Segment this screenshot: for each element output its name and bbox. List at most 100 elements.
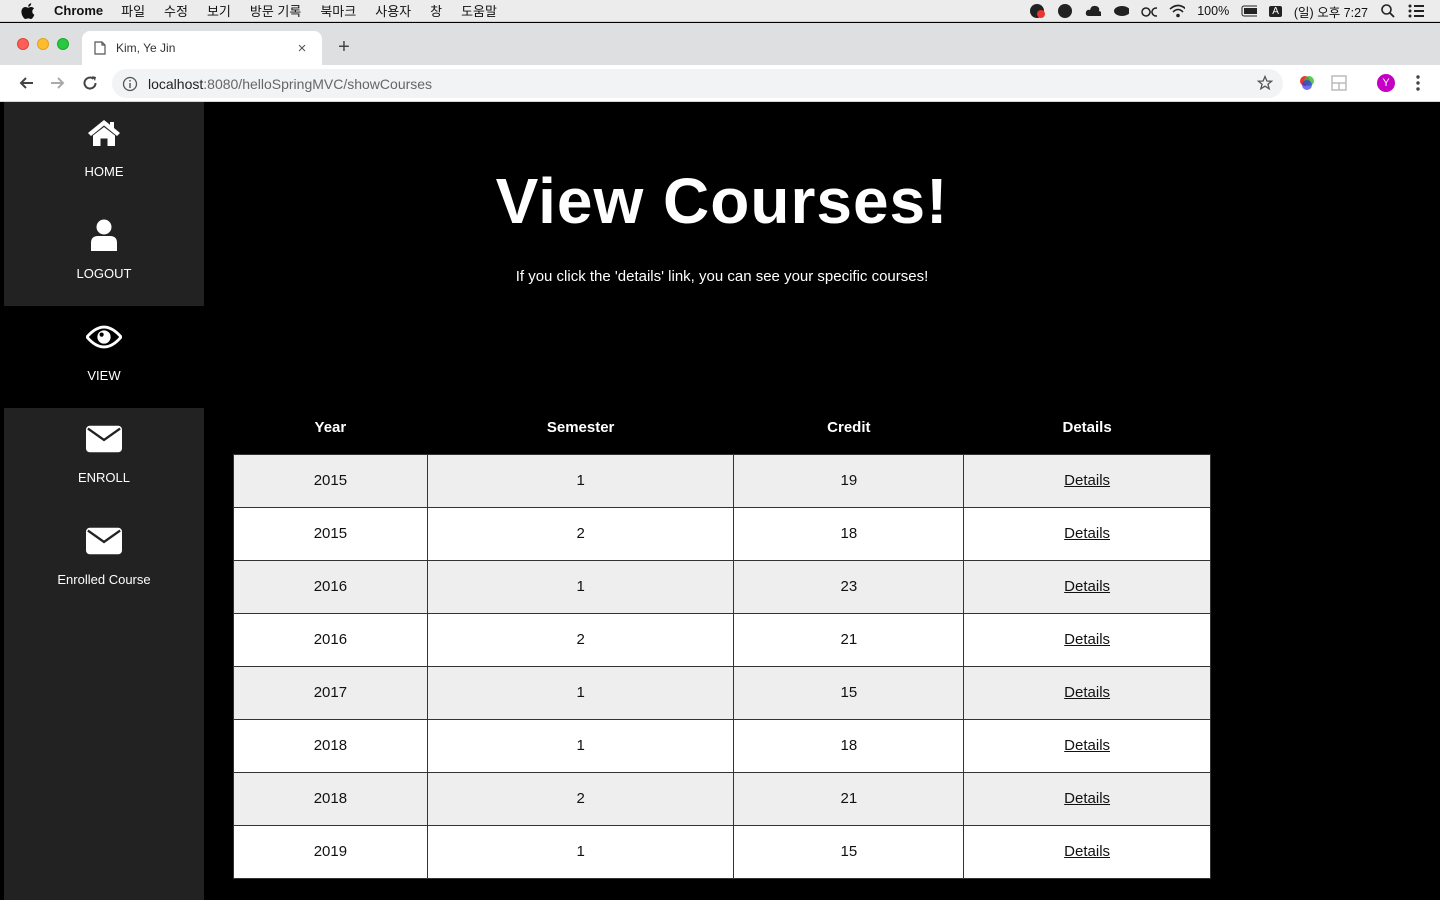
details-link[interactable]: Details bbox=[1064, 472, 1110, 489]
browser-tab-strip: Kim, Ye Jin × + bbox=[0, 23, 1440, 65]
table-row: 2016 2 21 Details bbox=[233, 612, 1211, 667]
sidebar-item-label: Enrolled Course bbox=[57, 572, 151, 587]
back-arrow-icon[interactable] bbox=[16, 73, 36, 93]
menu-window[interactable]: 창 bbox=[430, 1, 442, 20]
url-path: :8080/helloSpringMVC/showCourses bbox=[203, 75, 433, 92]
menu-help[interactable]: 도움말 bbox=[461, 1, 497, 20]
table-row: 2017 1 15 Details bbox=[233, 665, 1211, 720]
sidebar-item-label: HOME bbox=[84, 164, 124, 179]
menubar-status-area: 100% A (일) 오후 7:27 bbox=[1029, 0, 1424, 22]
details-link[interactable]: Details bbox=[1064, 631, 1110, 648]
envelope-icon bbox=[86, 423, 122, 455]
cell-credit: 21 bbox=[733, 771, 965, 826]
cell-year: 2015 bbox=[233, 506, 428, 561]
profile-avatar[interactable]: Y bbox=[1377, 74, 1395, 92]
cell-semester: 1 bbox=[426, 665, 735, 720]
url-host: localhost bbox=[148, 75, 204, 92]
cell-year: 2017 bbox=[233, 665, 428, 720]
cell-details: Details bbox=[963, 506, 1211, 561]
details-link[interactable]: Details bbox=[1064, 737, 1110, 754]
cell-details: Details bbox=[963, 612, 1211, 667]
shield-icon[interactable] bbox=[1057, 3, 1073, 19]
layout-extension-icon[interactable] bbox=[1330, 74, 1348, 92]
cell-credit: 15 bbox=[733, 665, 965, 720]
cell-details: Details bbox=[963, 453, 1211, 508]
home-icon bbox=[86, 117, 122, 149]
cell-semester: 1 bbox=[426, 559, 735, 614]
tab-close-icon[interactable]: × bbox=[294, 40, 310, 57]
cup-icon[interactable] bbox=[1113, 3, 1130, 19]
sidebar-item-enrolled-course[interactable]: Enrolled Course bbox=[4, 510, 204, 612]
envelope-icon bbox=[86, 525, 122, 557]
app-menu-chrome[interactable]: Chrome bbox=[54, 3, 103, 18]
page-subtitle: If you click the 'details' link, you can… bbox=[515, 268, 929, 285]
cell-semester: 2 bbox=[426, 506, 735, 561]
table-row: 2018 1 18 Details bbox=[233, 718, 1211, 773]
table-row: 2015 1 19 Details bbox=[233, 453, 1211, 508]
eye-icon bbox=[86, 321, 122, 353]
sidebar-item-view[interactable]: VIEW bbox=[4, 306, 204, 408]
new-tab-button[interactable]: + bbox=[334, 35, 354, 59]
cell-semester: 1 bbox=[426, 453, 735, 508]
details-link[interactable]: Details bbox=[1064, 843, 1110, 860]
cell-semester: 2 bbox=[426, 771, 735, 826]
details-link[interactable]: Details bbox=[1064, 578, 1110, 595]
sidebar-item-logout[interactable]: LOGOUT bbox=[4, 204, 204, 306]
apple-icon[interactable] bbox=[20, 2, 36, 19]
cell-year: 2018 bbox=[233, 718, 428, 773]
window-minimize-button[interactable] bbox=[37, 38, 49, 50]
spotlight-search-icon[interactable] bbox=[1380, 3, 1396, 19]
notification-center-icon[interactable] bbox=[1408, 3, 1424, 19]
column-header-details: Details bbox=[1062, 418, 1112, 436]
window-close-button[interactable] bbox=[17, 38, 29, 50]
browser-tab-active[interactable]: Kim, Ye Jin × bbox=[82, 31, 322, 65]
site-info-icon[interactable] bbox=[122, 76, 138, 92]
address-bar[interactable]: localhost:8080/helloSpringMVC/showCourse… bbox=[112, 69, 1283, 98]
cell-year: 2016 bbox=[233, 559, 428, 614]
browser-toolbar: localhost:8080/helloSpringMVC/showCourse… bbox=[0, 65, 1440, 102]
menu-people[interactable]: 사용자 bbox=[375, 1, 411, 20]
cell-credit: 23 bbox=[733, 559, 965, 614]
menu-history[interactable]: 방문 기록 bbox=[250, 1, 301, 20]
battery-percent[interactable]: 100% bbox=[1197, 4, 1229, 18]
sidebar-nav: HOME LOGOUT VIEW ENROLL Enrolled Course bbox=[4, 102, 204, 900]
input-source-indicator[interactable]: A bbox=[1269, 5, 1282, 17]
chrome-menu-kebab-icon[interactable] bbox=[1409, 74, 1427, 92]
forward-arrow-icon[interactable] bbox=[48, 73, 68, 93]
details-link[interactable]: Details bbox=[1064, 684, 1110, 701]
menu-file[interactable]: 파일 bbox=[121, 1, 145, 20]
cell-year: 2016 bbox=[233, 612, 428, 667]
table-row: 2016 1 23 Details bbox=[233, 559, 1211, 614]
sidebar-item-label: LOGOUT bbox=[76, 266, 132, 281]
menu-edit[interactable]: 수정 bbox=[164, 1, 188, 20]
battery-icon[interactable] bbox=[1241, 3, 1258, 19]
details-link[interactable]: Details bbox=[1064, 790, 1110, 807]
table-row: 2015 2 18 Details bbox=[233, 506, 1211, 561]
cell-year: 2018 bbox=[233, 771, 428, 826]
cloud-icon[interactable] bbox=[1085, 3, 1102, 19]
tab-title: Kim, Ye Jin bbox=[116, 41, 176, 55]
menubar-clock[interactable]: (일) 오후 7:27 bbox=[1294, 2, 1368, 21]
adobe-icon[interactable] bbox=[1029, 3, 1046, 19]
cell-semester: 1 bbox=[426, 824, 735, 879]
color-picker-extension-icon[interactable] bbox=[1298, 74, 1316, 92]
page-viewport: HOME LOGOUT VIEW ENROLL Enrolled Course … bbox=[0, 102, 1440, 900]
window-zoom-button[interactable] bbox=[57, 38, 69, 50]
wifi-icon[interactable] bbox=[1169, 3, 1186, 19]
menu-bookmarks[interactable]: 북마크 bbox=[320, 1, 356, 20]
cell-semester: 2 bbox=[426, 612, 735, 667]
page-title: View Courses! bbox=[495, 165, 949, 237]
cell-semester: 1 bbox=[426, 718, 735, 773]
sidebar-item-home[interactable]: HOME bbox=[4, 102, 204, 204]
cell-details: Details bbox=[963, 718, 1211, 773]
bookmark-star-icon[interactable] bbox=[1257, 75, 1273, 91]
column-header-semester: Semester bbox=[546, 418, 615, 436]
details-link[interactable]: Details bbox=[1064, 525, 1110, 542]
glasses-icon[interactable] bbox=[1141, 3, 1158, 19]
courses-table: Year Semester Credit Details 2015 1 19 D… bbox=[233, 401, 1211, 879]
menu-view[interactable]: 보기 bbox=[207, 1, 231, 20]
sidebar-item-enroll[interactable]: ENROLL bbox=[4, 408, 204, 510]
reload-icon[interactable] bbox=[80, 73, 100, 93]
table-row: 2018 2 21 Details bbox=[233, 771, 1211, 826]
user-icon bbox=[86, 219, 122, 251]
